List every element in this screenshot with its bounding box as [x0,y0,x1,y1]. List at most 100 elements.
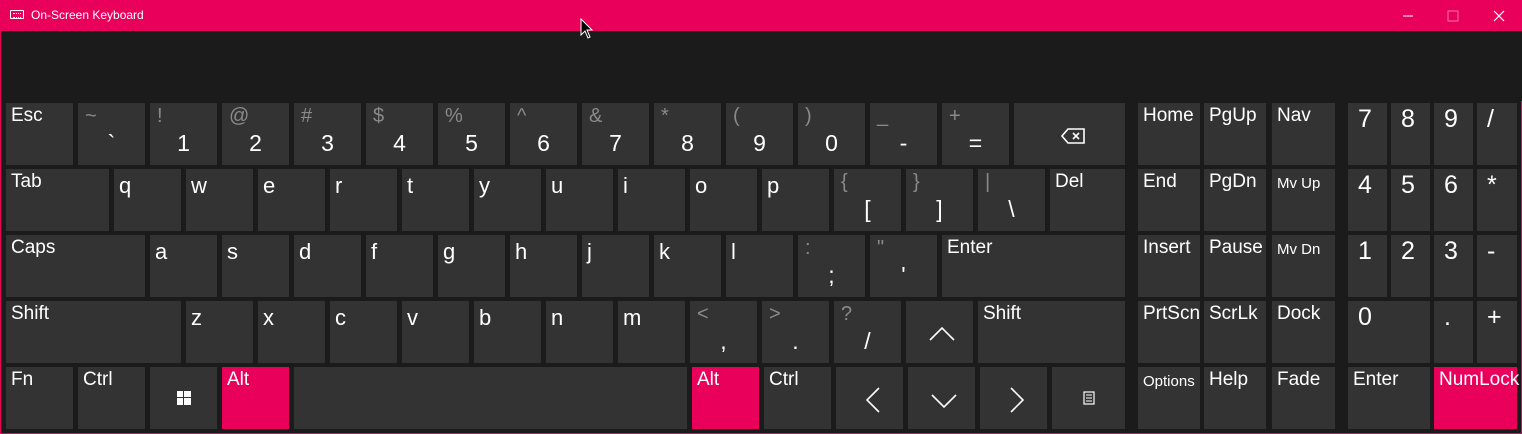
numpad-add-key[interactable]: + [1477,301,1517,363]
maximize-button[interactable] [1430,0,1476,31]
options-key[interactable]: Options [1138,367,1200,429]
key-r[interactable]: r [330,169,397,231]
home-key[interactable]: Home [1138,103,1200,165]
key-5[interactable]: % 5 [438,103,505,165]
key-left-bracket[interactable]: {[ [834,169,901,231]
key-b[interactable]: b [474,301,541,363]
enter-key[interactable]: Enter [942,235,1125,297]
shift-key[interactable]: Shift [6,301,181,363]
numpad-7-key[interactable]: 7 [1348,103,1387,165]
key-f[interactable]: f [366,235,433,297]
esc-key[interactable]: Esc [6,103,73,165]
key-comma[interactable]: <, [690,301,757,363]
alt-key[interactable]: Alt [692,367,759,429]
pgdn-key[interactable]: PgDn [1204,169,1266,231]
key-x[interactable]: x [258,301,325,363]
key-l[interactable]: l [726,235,793,297]
numpad-1-key[interactable]: 1 [1348,235,1387,297]
numpad-subtract-key[interactable]: - [1477,235,1517,297]
key-semicolon[interactable]: :; [798,235,865,297]
key-7[interactable]: & 7 [582,103,649,165]
key-u[interactable]: u [546,169,613,231]
key-t[interactable]: t [402,169,469,231]
key-i[interactable]: i [618,169,685,231]
end-key[interactable]: End [1138,169,1200,231]
key-j[interactable]: j [582,235,649,297]
key-backslash[interactable]: | \ [978,169,1045,231]
numpad-4-key[interactable]: 4 [1348,169,1387,231]
arrow-right-key[interactable] [980,367,1047,429]
fn-key[interactable]: Fn [6,367,73,429]
key-h[interactable]: h [510,235,577,297]
key-1[interactable]: ! 1 [150,103,217,165]
del-key[interactable]: Del [1050,169,1125,231]
numpad-enter-key[interactable]: Enter [1348,367,1430,429]
fade-key[interactable]: Fade [1272,367,1335,429]
space-key[interactable] [294,367,687,429]
numpad-6-key[interactable]: 6 [1434,169,1473,231]
key-q[interactable]: q [114,169,181,231]
numpad-3-key[interactable]: 3 [1434,235,1473,297]
key-p[interactable]: p [762,169,829,231]
title-bar[interactable]: On-Screen Keyboard [1,0,1522,31]
pgup-key[interactable]: PgUp [1204,103,1266,165]
key-slash[interactable]: ? / [834,301,901,363]
windows-key[interactable] [150,367,217,429]
numpad-0-key[interactable]: 0 [1348,301,1430,363]
key-4[interactable]: $4 [366,103,433,165]
insert-key[interactable]: Insert [1138,235,1200,297]
scrlk-key[interactable]: ScrLk [1204,301,1266,363]
key-right-bracket[interactable]: }] [906,169,973,231]
numpad-5-key[interactable]: 5 [1391,169,1430,231]
key-m[interactable]: m [618,301,685,363]
key-e[interactable]: e [258,169,325,231]
numpad-decimal-key[interactable]: . [1434,301,1473,363]
key-w[interactable]: w [186,169,253,231]
numlock-key[interactable]: NumLock [1434,367,1519,429]
key-9[interactable]: (9 [726,103,793,165]
mv-dn-key[interactable]: Mv Dn [1272,235,1335,297]
numpad-9-key[interactable]: 9 [1434,103,1473,165]
minimize-button[interactable] [1385,0,1431,31]
close-button[interactable] [1476,0,1522,31]
key-k[interactable]: k [654,235,721,297]
prtscn-key[interactable]: PrtScn [1138,301,1200,363]
arrow-down-key[interactable] [908,367,975,429]
arrow-left-key[interactable] [836,367,903,429]
dock-key[interactable]: Dock [1272,301,1335,363]
key-equals[interactable]: + = [942,103,1009,165]
nav-key[interactable]: Nav [1272,103,1335,165]
key-0[interactable]: ) 0 [798,103,865,165]
key-s[interactable]: s [222,235,289,297]
tab-key[interactable]: Tab [6,169,109,231]
help-key[interactable]: Help [1204,367,1266,429]
key-n[interactable]: n [546,301,613,363]
key-g[interactable]: g [438,235,505,297]
ctrl-key[interactable]: Ctrl [78,367,145,429]
key-8[interactable]: * 8 [654,103,721,165]
numpad-divide-key[interactable]: / [1477,103,1517,165]
key-a[interactable]: a [150,235,217,297]
key-minus[interactable]: _ - [870,103,937,165]
numpad-8-key[interactable]: 8 [1391,103,1430,165]
key-z[interactable]: z [186,301,253,363]
key-quote[interactable]: " ' [870,235,937,297]
key-y[interactable]: y [474,169,541,231]
pause-key[interactable]: Pause [1204,235,1266,297]
key-c[interactable]: c [330,301,397,363]
mv-up-key[interactable]: Mv Up [1272,169,1335,231]
key-o[interactable]: o [690,169,757,231]
key-d[interactable]: d [294,235,361,297]
key-period[interactable]: >. [762,301,829,363]
key-backtick[interactable]: ~ ` [78,103,145,165]
key-3[interactable]: #3 [294,103,361,165]
arrow-up-key[interactable] [906,301,973,363]
shift-key[interactable]: Shift [978,301,1125,363]
numpad-multiply-key[interactable]: * [1477,169,1517,231]
key-v[interactable]: v [402,301,469,363]
backspace-key[interactable] [1014,103,1125,165]
menu-key[interactable] [1052,367,1125,429]
ctrl-key[interactable]: Ctrl [764,367,831,429]
alt-key[interactable]: Alt [222,367,289,429]
key-6[interactable]: ^ 6 [510,103,577,165]
